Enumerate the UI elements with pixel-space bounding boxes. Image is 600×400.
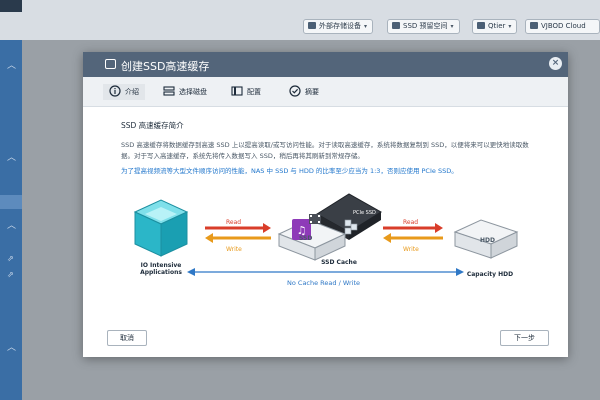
read-label-left: Read (226, 219, 242, 226)
left-sidebar: ︿ ︿ ︿ ⇗ ⇗ ︿ (0, 40, 22, 400)
vjbod-cloud-button[interactable]: VJBOD Cloud (525, 19, 600, 34)
close-button[interactable]: × (549, 57, 562, 70)
usb-icon (308, 22, 316, 29)
step-intro[interactable]: 介绍 (103, 84, 145, 100)
info-icon (109, 85, 121, 97)
next-button[interactable]: 下一步 (500, 330, 549, 346)
disk-icon (163, 86, 175, 96)
read-write-arrows-left (205, 223, 271, 243)
check-icon (289, 85, 301, 97)
cache-icon (105, 59, 116, 69)
chevron-up-icon[interactable]: ︿ (7, 58, 16, 71)
sidebar-selected-item[interactable] (0, 195, 22, 209)
qtier-icon (477, 22, 485, 29)
chevron-up-icon[interactable]: ︿ (7, 218, 16, 231)
chevron-up-icon[interactable]: ︿ (7, 340, 16, 353)
chevron-up-icon[interactable]: ︿ (7, 150, 16, 163)
ssd-overprovision-button[interactable]: SSD 预留空间 ▾ (387, 19, 460, 34)
qtier-button[interactable]: Qtier ▾ (472, 19, 518, 34)
chevron-down-icon: ▾ (364, 23, 368, 30)
io-intensive-label: IO Intensive Applications (140, 262, 182, 276)
create-ssd-cache-dialog: 创建SSD高速缓存 × 介绍 选择磁盘 配置 摘要 SSD 高速缓存简介 SSD… (83, 52, 568, 357)
pcie-ssd-text: PCIe SSD (353, 210, 376, 216)
chevron-down-icon: ▾ (508, 23, 512, 30)
step-select-disk[interactable]: 选择磁盘 (163, 84, 207, 100)
no-cache-label: No Cache Read / Write (287, 279, 361, 287)
write-label-right: Write (403, 246, 419, 253)
write-label-left: Write (226, 246, 242, 253)
hdd-text: HDD (480, 237, 495, 244)
read-label-right: Read (403, 219, 419, 226)
wizard-steps: 介绍 选择磁盘 配置 摘要 (83, 77, 568, 107)
external-storage-button[interactable]: 外部存储设备 ▾ (303, 19, 374, 34)
config-icon (231, 86, 243, 96)
dialog-title: 创建SSD高速缓存 (121, 60, 210, 73)
cloud-icon (530, 22, 538, 29)
application-cube-icon (133, 199, 189, 257)
ssd-cache-label: SSD Cache (321, 259, 357, 266)
section-heading: SSD 高速缓存简介 (121, 121, 184, 130)
chevron-down-icon: ▾ (450, 23, 454, 30)
no-cache-arrow (187, 268, 464, 276)
external-link-icon[interactable]: ⇗ (7, 270, 14, 279)
read-write-arrows-right (383, 223, 443, 243)
header-strip (0, 0, 22, 12)
description-text: SSD 高速缓存将数据缓存到高速 SSD 上以提高读取/或写访问性能。对于读取高… (121, 141, 529, 160)
capacity-hdd-label: Capacity HDD (466, 271, 514, 278)
dialog-titlebar: 创建SSD高速缓存 × (83, 52, 568, 77)
step-summary[interactable]: 摘要 (289, 84, 319, 100)
top-toolbar: 外部存储设备 ▾ SSD 预留空间 ▾ Qtier ▾ VJBOD Cloud (0, 0, 600, 40)
ratio-note: 为了提高视频流等大型文件顺序访问的性能，NAS 中 SSD 与 HDD 的比率至… (121, 167, 458, 175)
external-link-icon[interactable]: ⇗ (7, 254, 14, 263)
cancel-button[interactable]: 取消 (107, 330, 147, 346)
film-strip-icon (309, 214, 321, 224)
ssd-icon (392, 22, 400, 29)
ssd-text: SSD (299, 235, 313, 242)
step-config[interactable]: 配置 (231, 84, 261, 100)
